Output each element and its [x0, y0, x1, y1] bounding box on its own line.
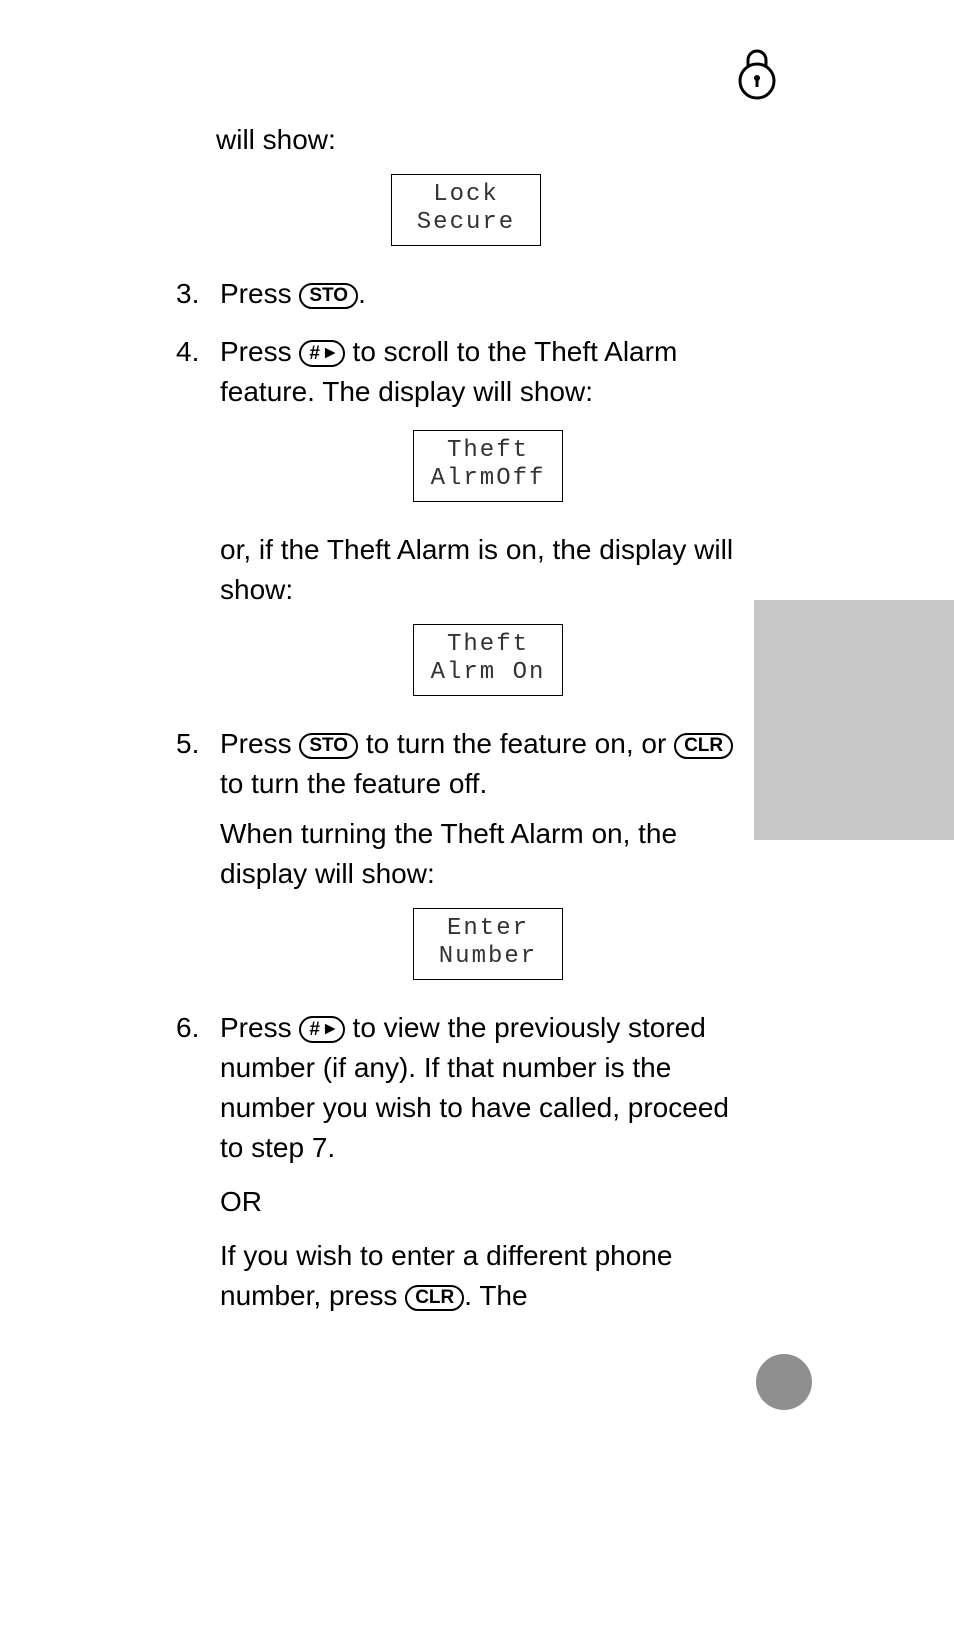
lock-icon — [735, 46, 779, 105]
text: . — [358, 278, 366, 309]
display-line: Alrm On — [414, 659, 562, 687]
text: to turn the feature off. — [220, 768, 487, 799]
text: Press — [220, 1012, 299, 1043]
step-3: Press STO. — [176, 274, 756, 314]
step-5: Press STO to turn the feature on, or CLR… — [176, 724, 756, 980]
text: Press — [220, 728, 299, 759]
section-tab — [754, 600, 954, 840]
hash-scroll-button-icon: # ▸ — [299, 1016, 344, 1043]
display-line: Enter — [414, 915, 562, 943]
text: Press — [220, 336, 299, 367]
intro-text: will show: — [216, 124, 756, 156]
display-line: Secure — [392, 209, 540, 237]
display-line: Theft — [414, 631, 562, 659]
text: If you wish to enter a different phone n… — [220, 1236, 756, 1316]
display-theft-alrm-off: Theft AlrmOff — [413, 430, 563, 502]
sto-button-icon: STO — [299, 733, 358, 759]
display-line: Theft — [414, 437, 562, 465]
or-text: OR — [220, 1182, 756, 1222]
display-theft-alrm-on: Theft Alrm On — [413, 624, 563, 696]
text: When turning the Theft Alarm on, the dis… — [220, 814, 756, 894]
text: Press — [220, 278, 299, 309]
display-line: Lock — [392, 181, 540, 209]
text: or, if the Theft Alarm is on, the displa… — [220, 530, 756, 610]
display-line: AlrmOff — [414, 465, 562, 493]
display-line: Number — [414, 943, 562, 971]
clr-button-icon: CLR — [405, 1285, 464, 1311]
hash-scroll-button-icon: # ▸ — [299, 340, 344, 367]
clr-button-icon: CLR — [674, 733, 733, 759]
display-lock-secure: Lock Secure — [391, 174, 541, 246]
step-4: Press # ▸ to scroll to the Theft Alarm f… — [176, 332, 756, 696]
instruction-content: will show: Lock Secure Press STO. Press … — [176, 124, 756, 1334]
display-enter-number: Enter Number — [413, 908, 563, 980]
text: to turn the feature on, or — [358, 728, 674, 759]
page-number-dot — [756, 1354, 812, 1410]
sto-button-icon: STO — [299, 283, 358, 309]
step-6: Press # ▸ to view the previously stored … — [176, 1008, 756, 1316]
